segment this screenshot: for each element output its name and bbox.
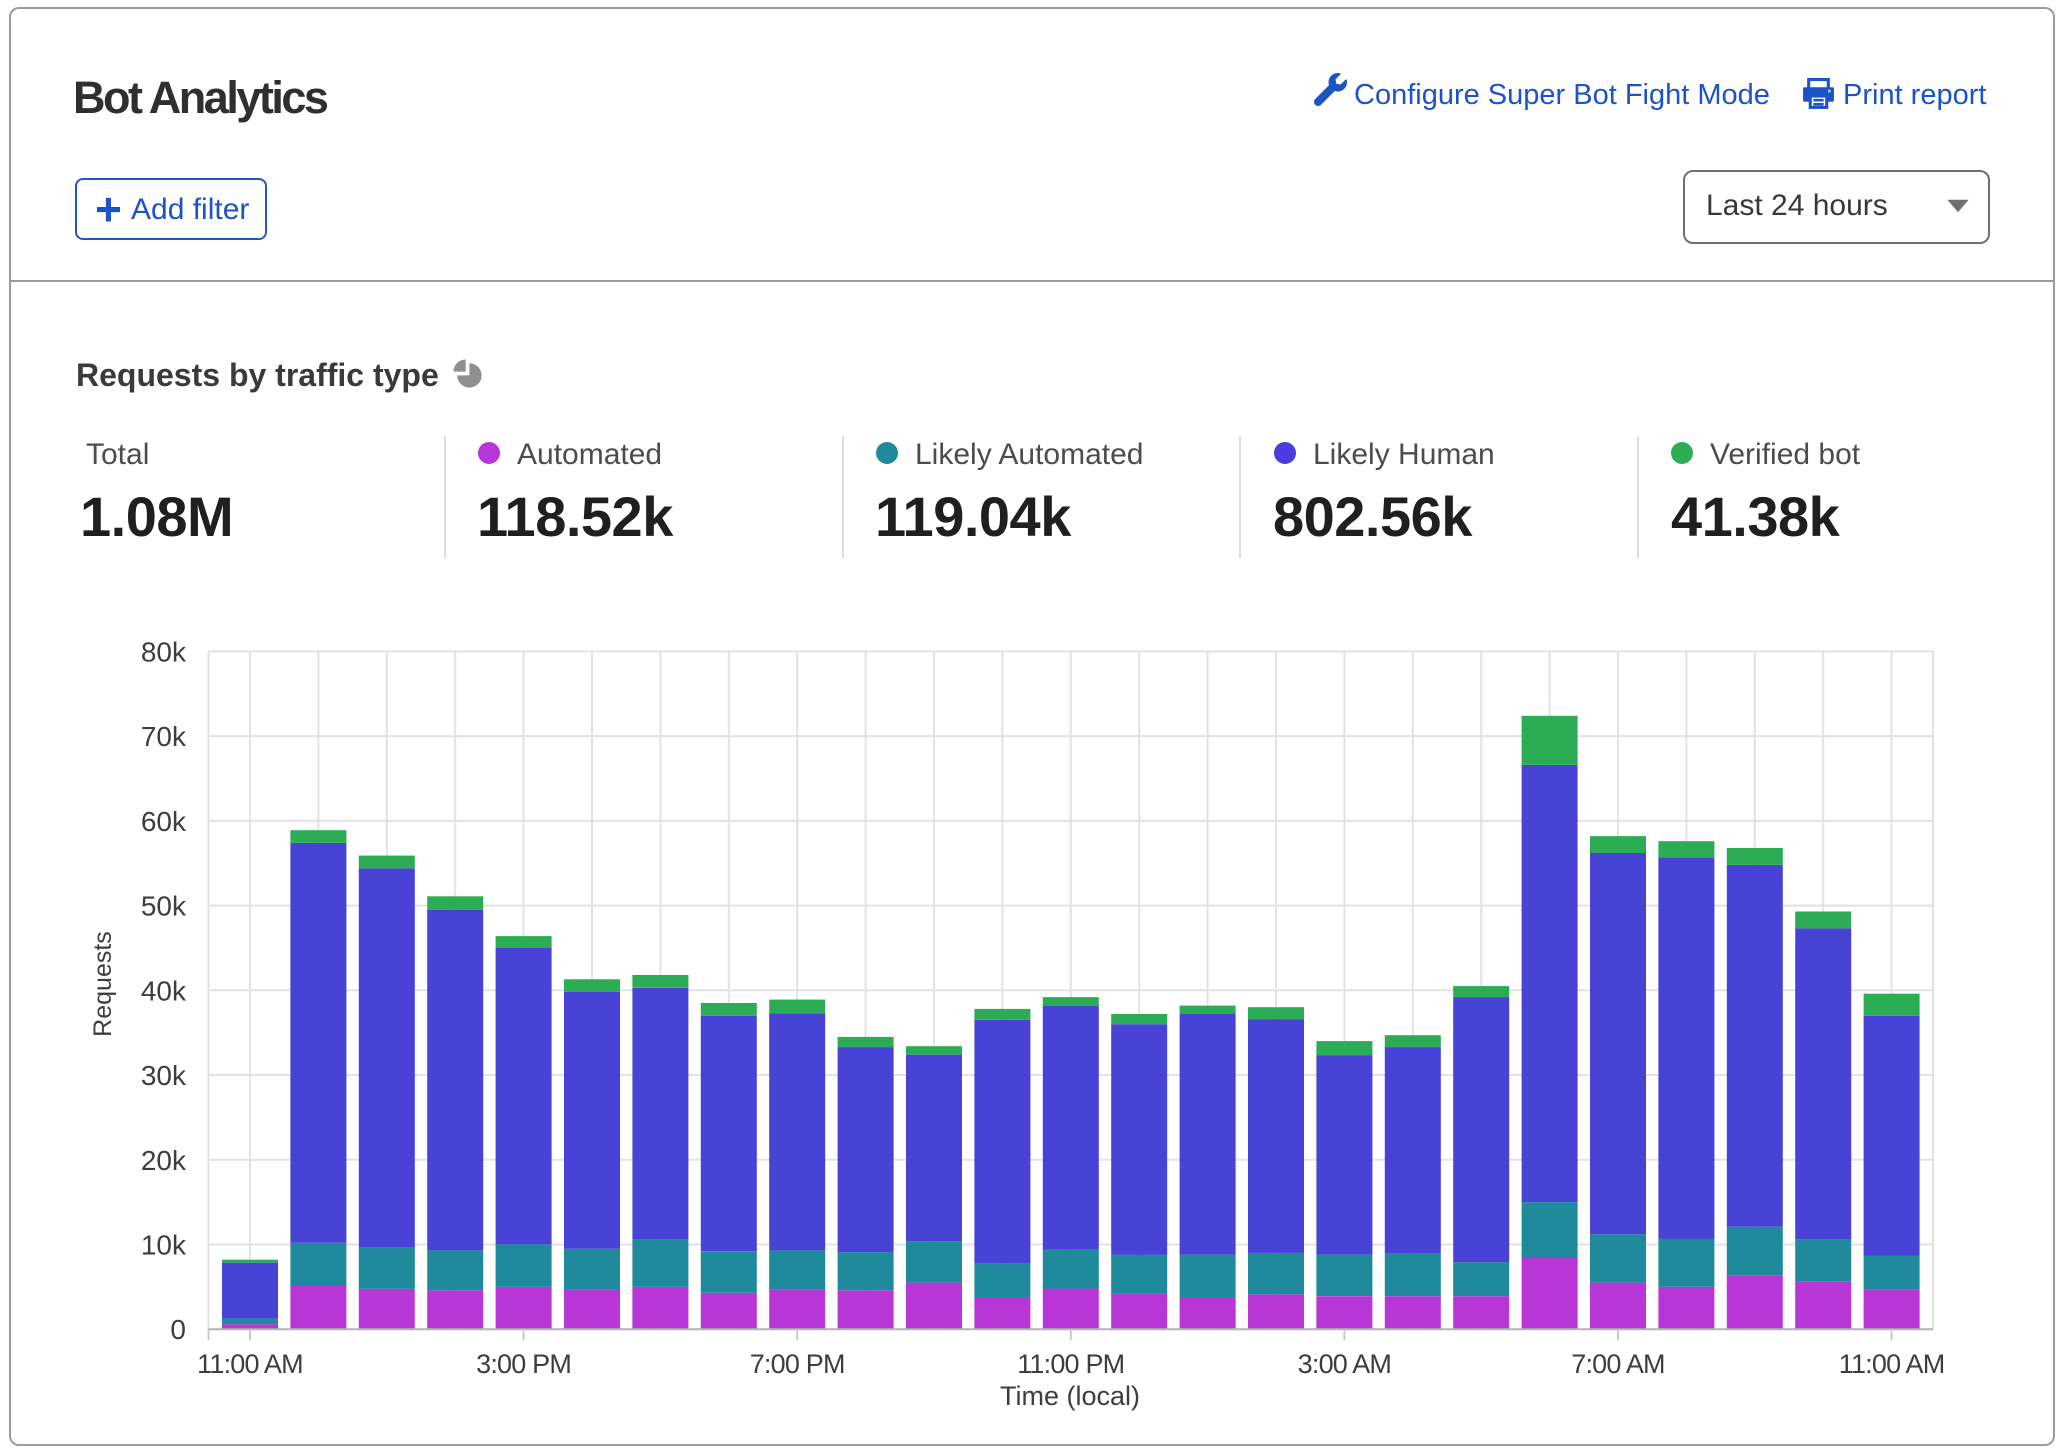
svg-text:7:00 AM: 7:00 AM — [1571, 1349, 1664, 1379]
svg-text:11:00 AM: 11:00 AM — [1839, 1349, 1945, 1379]
svg-text:0: 0 — [170, 1314, 186, 1345]
svg-text:50k: 50k — [141, 891, 187, 922]
svg-text:3:00 PM: 3:00 PM — [476, 1349, 571, 1379]
svg-text:Requests: Requests — [89, 931, 117, 1037]
svg-text:80k: 80k — [141, 636, 187, 667]
svg-text:60k: 60k — [141, 806, 187, 837]
svg-text:40k: 40k — [141, 975, 187, 1006]
svg-text:3:00 AM: 3:00 AM — [1298, 1349, 1391, 1379]
svg-text:20k: 20k — [141, 1145, 187, 1176]
svg-text:Time (local): Time (local) — [1000, 1381, 1140, 1411]
svg-text:7:00 PM: 7:00 PM — [750, 1349, 845, 1379]
svg-text:11:00 PM: 11:00 PM — [1017, 1349, 1124, 1379]
svg-text:70k: 70k — [141, 721, 187, 752]
svg-text:11:00 AM: 11:00 AM — [197, 1349, 303, 1379]
svg-text:30k: 30k — [141, 1060, 187, 1091]
svg-text:10k: 10k — [141, 1230, 187, 1261]
